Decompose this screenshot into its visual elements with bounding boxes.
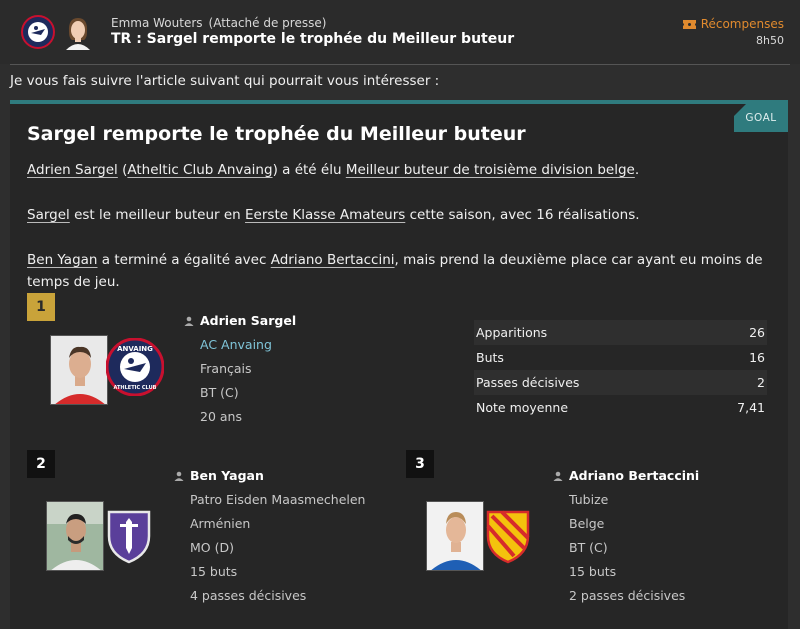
player-portrait-icon: [47, 502, 103, 570]
winner-2-goals: 15 buts: [190, 564, 238, 579]
paragraph-text: a été élu: [277, 162, 346, 178]
paragraph-text: .: [634, 162, 640, 178]
award-link[interactable]: Meilleur buteur de troisième division be…: [346, 162, 635, 178]
winner-2-nationality: Arménien: [190, 516, 251, 531]
winner-2-club[interactable]: Patro Eisden Maasmechelen: [190, 492, 365, 507]
stat-value: 7,41: [737, 400, 765, 415]
winner-1-nationality: Français: [200, 361, 252, 376]
player-link[interactable]: Adriano Bertaccini: [271, 252, 395, 268]
stat-label: Apparitions: [476, 325, 548, 340]
winner-3-assists: 2 passes décisives: [569, 588, 686, 603]
stat-label: Buts: [476, 350, 504, 365]
stat-value: 26: [749, 325, 765, 340]
stat-label: Passes décisives: [476, 375, 580, 390]
ticket-icon: [682, 19, 696, 29]
header-divider: [10, 64, 790, 65]
stat-row: Passes décisives 2: [474, 370, 767, 395]
stat-value: 16: [749, 350, 765, 365]
patro-eisden-club-icon[interactable]: [105, 508, 153, 564]
article-card: GOAL Sargel remporte le trophée du Meill…: [10, 100, 788, 629]
sender-role: (Attaché de presse): [208, 16, 327, 30]
badge-text-top: ANVAING: [117, 345, 153, 353]
paragraph-text: a terminé a égalité avec: [97, 252, 271, 268]
message-header: Emma Wouters (Attaché de presse) TR : Sar…: [0, 0, 800, 64]
stat-label: Note moyenne: [476, 400, 569, 415]
rank-badge-1: 1: [27, 293, 55, 321]
player-portrait-icon: [427, 502, 483, 570]
message-subject: TR : Sargel remporte le trophée du Meill…: [111, 31, 515, 47]
winner-1-name[interactable]: Adrien Sargel: [184, 313, 296, 328]
player-photo-yagan[interactable]: [46, 501, 104, 571]
player-name: Ben Yagan: [190, 468, 264, 483]
club-link[interactable]: Atheltic Club Anvaing: [127, 162, 272, 178]
stats-table: Apparitions 26 Buts 16 Passes décisives 2 N…: [474, 320, 767, 420]
sender-name[interactable]: Emma Wouters: [111, 16, 203, 30]
rewards-link[interactable]: Récompenses: [682, 17, 784, 31]
winner-2-name[interactable]: Ben Yagan: [174, 468, 264, 483]
rank-badge-3: 3: [406, 450, 434, 478]
league-link[interactable]: Eerste Klasse Amateurs: [245, 207, 405, 223]
paragraph-text: est le meilleur buteur en: [69, 207, 246, 223]
message-time: 8h50: [756, 34, 784, 47]
paragraph-text: cette saison, avec 16 réalisations.: [405, 207, 640, 223]
rank-badge-2: 2: [27, 450, 55, 478]
article-title: Sargel remporte le trophée du Meilleur b…: [27, 123, 526, 145]
tubize-club-icon[interactable]: [484, 508, 532, 564]
article-paragraph-2: Sargel est le meilleur buteur en Eerste …: [27, 204, 787, 226]
player-link[interactable]: Sargel: [27, 207, 70, 223]
sender-avatar[interactable]: [61, 14, 95, 50]
anvaing-club-icon[interactable]: ANVAING ATHLETIC CLUB: [106, 338, 164, 396]
sender-line: Emma Wouters (Attaché de presse): [111, 16, 326, 30]
winner-3-position: BT (C): [569, 540, 608, 555]
stat-row: Note moyenne 7,41: [474, 395, 767, 420]
badge-text-bottom: ATHLETIC CLUB: [114, 385, 157, 391]
winner-2-position: MO (D): [190, 540, 234, 555]
player-link[interactable]: Adrien Sargel: [27, 162, 118, 178]
player-photo-bertaccini[interactable]: [426, 501, 484, 571]
winner-1-age: 20 ans: [200, 409, 242, 424]
article-paragraph-3: Ben Yagan a terminé a égalité avec Adria…: [27, 249, 782, 293]
player-photo-sargel[interactable]: [50, 335, 108, 405]
intro-text: Je vous fais suivre l'article suivant qu…: [10, 73, 440, 89]
player-name: Adrien Sargel: [200, 313, 297, 328]
person-icon: [553, 471, 563, 481]
winner-3-club[interactable]: Tubize: [569, 492, 608, 507]
winner-3-nationality: Belge: [569, 516, 605, 531]
winner-3-name[interactable]: Adriano Bertaccini: [553, 468, 699, 483]
winner-1-position: BT (C): [200, 385, 239, 400]
stat-value: 2: [757, 375, 765, 390]
source-tag: GOAL: [734, 104, 788, 132]
winner-2-assists: 4 passes décisives: [190, 588, 307, 603]
article-paragraph-1: Adrien Sargel (Atheltic Club Anvaing) a …: [27, 162, 640, 178]
stat-row: Buts 16: [474, 345, 767, 370]
person-icon: [184, 316, 194, 326]
stat-row: Apparitions 26: [474, 320, 767, 345]
person-icon: [174, 471, 184, 481]
rewards-label: Récompenses: [700, 17, 784, 31]
player-portrait-icon: [51, 336, 107, 404]
anvaing-club-icon[interactable]: [21, 15, 55, 49]
player-name: Adriano Bertaccini: [569, 468, 700, 483]
winner-1-club[interactable]: AC Anvaing: [200, 337, 272, 352]
winner-3-goals: 15 buts: [569, 564, 617, 579]
player-link[interactable]: Ben Yagan: [27, 252, 97, 268]
